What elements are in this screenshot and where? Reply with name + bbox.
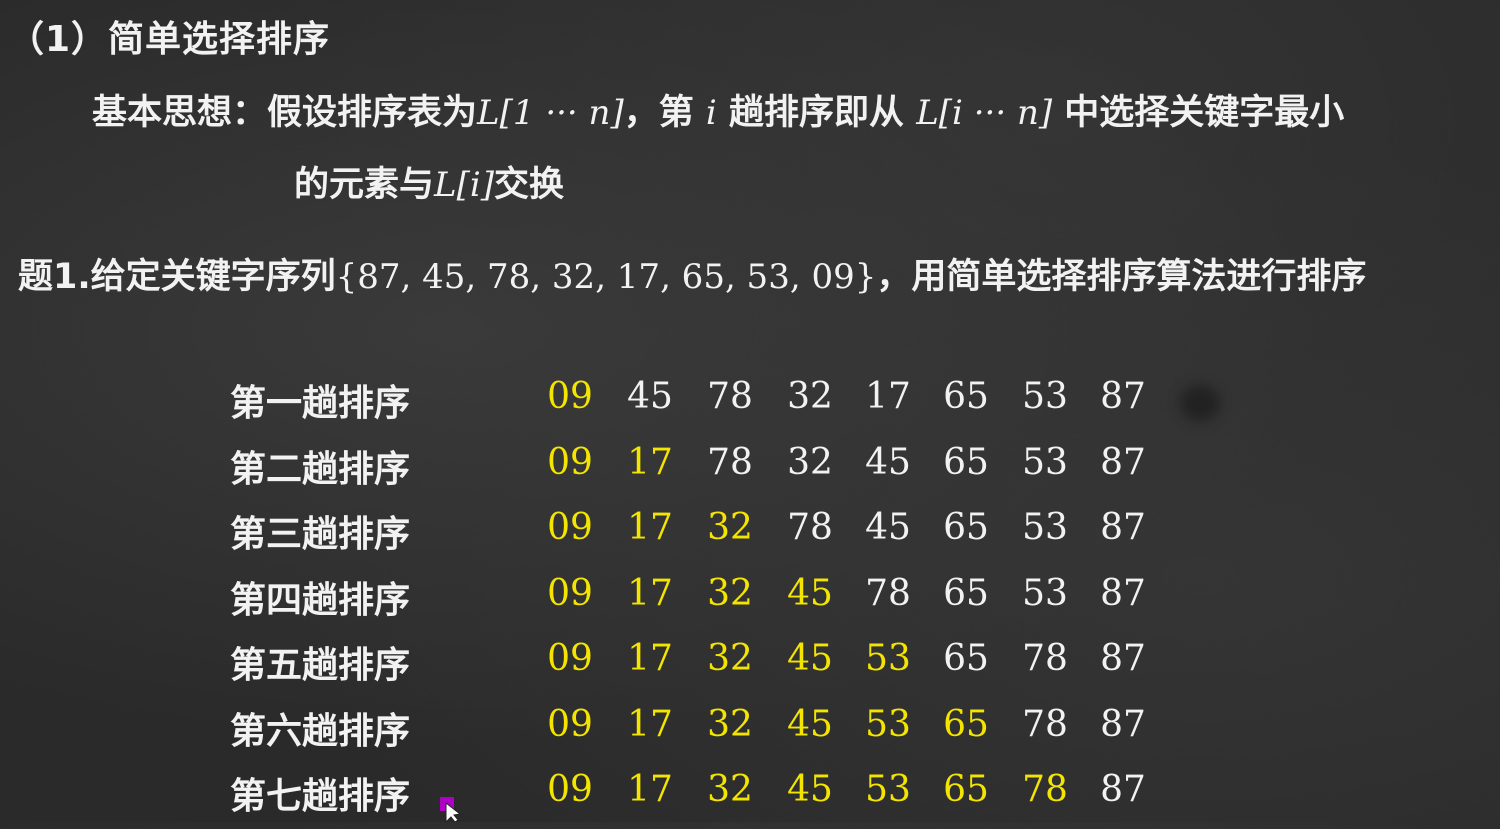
unsorted-value: 78 [1022,638,1068,679]
basic-idea-text-b: ，第 [623,93,694,133]
unsorted-value: 17 [865,376,911,417]
unsorted-value: 65 [943,572,989,614]
range-remaining: L[i ··· n] [916,93,1053,133]
sorted-value: 45 [787,769,833,810]
sort-passes-table: 第一趟排序 09 45 78 32 17 65 53 87 第二趟排序 09 17 78 32 45 65 53… [230,370,1170,829]
section-title: （1）简单选择排序 [8,19,331,60]
sorted-value: 09 [547,703,593,745]
sorted-value: 78 [1022,769,1068,810]
problem-label: 题1.给定关键字序列 [18,257,336,297]
pass-row: 第四趟排序 09 17 32 45 78 65 53 87 [230,567,1170,633]
sorted-value: 17 [627,572,673,614]
pass-row: 第六趟排序 09 17 32 45 53 65 78 87 [230,698,1170,764]
sorted-value: 32 [707,572,753,614]
unsorted-value: 53 [1022,507,1068,548]
unsorted-value: 87 [1100,507,1146,548]
sorted-value: 65 [943,703,989,745]
unsorted-value: 45 [865,441,911,483]
sorted-value: 17 [627,441,673,483]
unsorted-value: 45 [627,376,673,417]
pass-label: 第五趟排序 [230,645,411,686]
basic-idea-label: 基本思想： [92,93,268,133]
sorted-value: 32 [707,703,753,745]
chalkboard-slide: （1）简单选择排序 基本思想：假设排序表为L[1 ··· n]，第 i 趟排序即… [0,0,1500,822]
pass-label: 第三趟排序 [230,514,411,555]
basic-idea-text-a: 假设排序表为 [267,93,478,133]
sorted-value: 09 [547,507,593,548]
unsorted-value: 65 [943,638,989,679]
sorted-value: 32 [707,507,753,548]
unsorted-value: 87 [1100,441,1146,483]
range-full: L[1 ··· n] [477,93,624,133]
sorted-value: 53 [865,703,911,745]
sorted-value: 09 [547,376,593,417]
unsorted-value: 78 [787,507,833,548]
sorted-value: 09 [547,572,593,614]
pass-row: 第一趟排序 09 45 78 32 17 65 53 87 [230,370,1170,436]
sorted-value: 32 [707,638,753,679]
sorted-value: 65 [943,769,989,810]
pass-row: 第五趟排序 09 17 32 45 53 65 78 87 [230,632,1170,698]
sorted-value: 45 [787,703,833,745]
unsorted-value: 87 [1100,376,1146,417]
sorted-value: 53 [865,638,911,679]
sorted-value: 09 [547,441,593,483]
unsorted-value: 87 [1100,572,1146,614]
element-li: L[i] [434,165,494,205]
sorted-value: 53 [865,769,911,810]
unsorted-value: 45 [865,507,911,548]
pass-label: 第二趟排序 [230,448,411,490]
sorted-value: 45 [787,638,833,679]
mouse-pointer-icon [440,797,460,822]
unsorted-value: 65 [943,507,989,548]
basic-idea-line2-a: 的元素与 [294,165,435,205]
unsorted-value: 32 [787,441,833,483]
sorted-value: 32 [707,769,753,810]
pass-row: 第七趟排序 09 17 32 45 53 65 78 87 [230,763,1170,829]
problem-suffix: ，用简单选择排序算法进行排序 [876,257,1367,297]
pass-index-variable: i [705,93,717,133]
unsorted-value: 87 [1100,638,1146,679]
unsorted-value: 53 [1022,572,1068,614]
unsorted-value: 65 [943,441,989,483]
unsorted-value: 78 [865,572,911,614]
basic-idea-text-c: 趟排序即从 [728,93,904,133]
pass-label: 第七趟排序 [230,776,411,817]
unsorted-value: 53 [1022,376,1068,417]
unsorted-value: 53 [1022,441,1068,483]
sorted-value: 09 [547,769,593,810]
sorted-value: 45 [787,572,833,614]
pass-label: 第四趟排序 [230,579,411,621]
basic-idea-line2-b: 交换 [494,165,565,205]
basic-idea-text-d: 中选择关键字最小 [1064,93,1345,133]
unsorted-value: 87 [1100,703,1146,745]
basic-idea-line-1: 基本思想：假设排序表为L[1 ··· n]，第 i 趟排序即从 L[i ··· … [92,84,1344,135]
sorted-value: 17 [627,638,673,679]
pass-row: 第二趟排序 09 17 78 32 45 65 53 87 [230,436,1170,502]
sorted-value: 09 [547,638,593,679]
sorted-value: 17 [627,769,673,810]
sorted-value: 17 [627,703,673,745]
key-sequence: {87, 45, 78, 32, 17, 65, 53, 09} [335,257,877,297]
unsorted-value: 78 [707,376,753,417]
unsorted-value: 78 [1022,703,1068,745]
problem-statement: 题1.给定关键字序列{87, 45, 78, 32, 17, 65, 53, 0… [18,248,1366,299]
basic-idea-line-2: 的元素与L[i]交换 [294,156,564,207]
unsorted-value: 78 [707,441,753,483]
pass-row: 第三趟排序 09 17 32 78 45 65 53 87 [230,501,1170,567]
sorted-value: 17 [627,507,673,548]
unsorted-value: 32 [787,376,833,417]
pass-label: 第一趟排序 [230,383,411,424]
unsorted-value: 87 [1100,769,1146,810]
pass-label: 第六趟排序 [230,710,411,752]
unsorted-value: 65 [943,376,989,417]
